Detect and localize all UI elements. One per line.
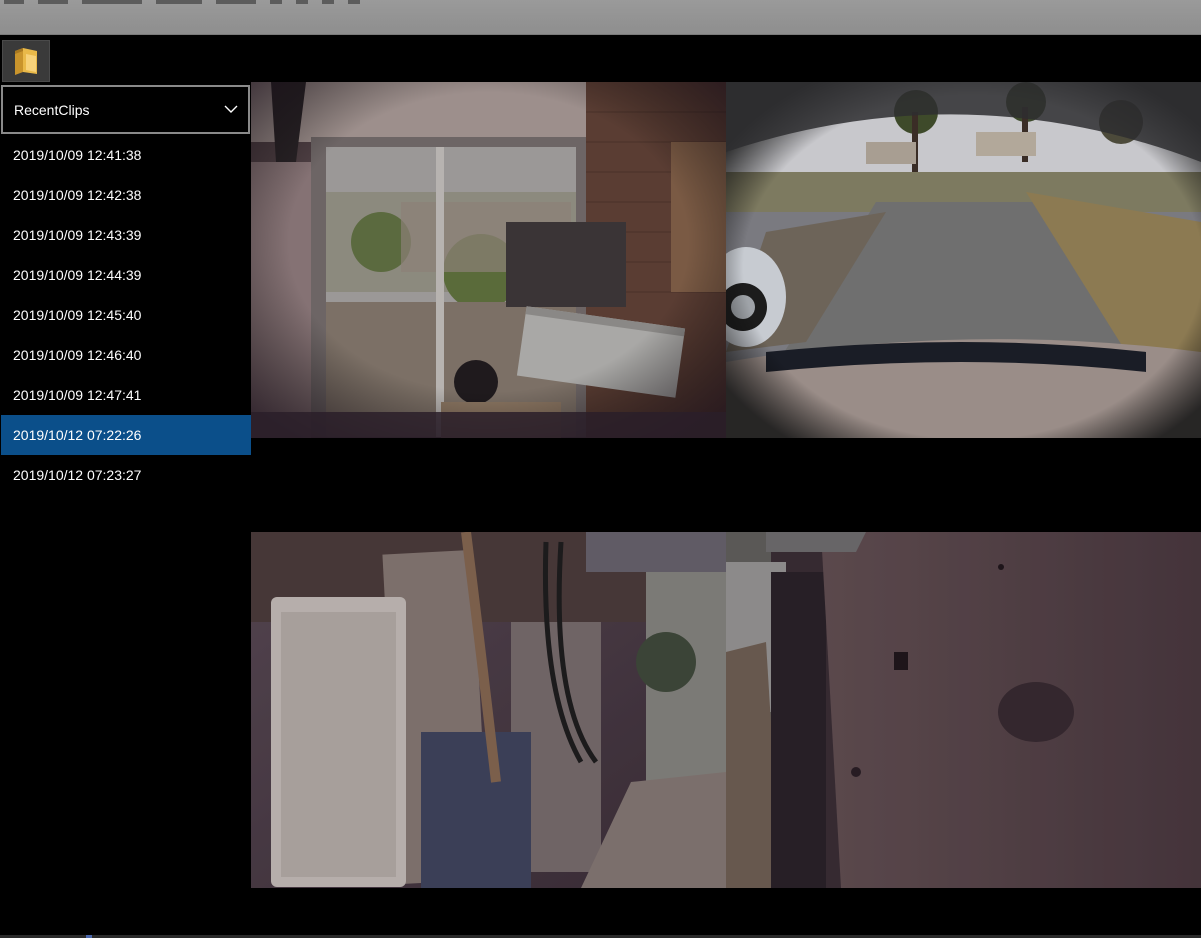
- clip-timestamp: 2019/10/09 12:41:38: [13, 147, 142, 163]
- clip-list-item[interactable]: 2019/10/09 12:41:38: [1, 135, 251, 175]
- clip-list-item-selected[interactable]: 2019/10/12 07:22:26: [1, 415, 251, 455]
- front-camera-frame: [251, 82, 726, 438]
- folder-select[interactable]: RecentClips: [1, 85, 250, 134]
- window-titlebar: [0, 0, 1201, 35]
- right-repeater-camera-frame: [726, 532, 1201, 888]
- clip-list-item[interactable]: 2019/10/09 12:47:41: [1, 375, 251, 415]
- clip-timestamp: 2019/10/12 07:23:27: [13, 467, 142, 483]
- app-window: RecentClips 2019/10/09 12:41:38 2019/10/…: [0, 35, 1201, 938]
- right-repeater-camera-view[interactable]: [726, 532, 1201, 888]
- back-camera-view[interactable]: [726, 82, 1201, 438]
- back-camera-frame: [726, 82, 1201, 438]
- clip-list: 2019/10/09 12:41:38 2019/10/09 12:42:38 …: [1, 135, 251, 495]
- clip-list-item[interactable]: 2019/10/09 12:44:39: [1, 255, 251, 295]
- clip-list-item[interactable]: 2019/10/12 07:23:27: [1, 455, 251, 495]
- folder-select-value: RecentClips: [14, 101, 90, 118]
- clip-timestamp: 2019/10/09 12:45:40: [13, 307, 142, 323]
- camera-grid: [251, 82, 1201, 888]
- front-camera-view[interactable]: [251, 82, 726, 438]
- clip-list-item[interactable]: 2019/10/09 12:45:40: [1, 295, 251, 335]
- clip-timestamp: 2019/10/09 12:43:39: [13, 227, 142, 243]
- clip-timestamp: 2019/10/12 07:22:26: [13, 427, 142, 443]
- clip-timestamp: 2019/10/09 12:44:39: [13, 267, 142, 283]
- open-folder-button[interactable]: [2, 40, 50, 82]
- clip-list-item[interactable]: 2019/10/09 12:43:39: [1, 215, 251, 255]
- clip-list-item[interactable]: 2019/10/09 12:42:38: [1, 175, 251, 215]
- clip-timestamp: 2019/10/09 12:46:40: [13, 347, 142, 363]
- clip-timestamp: 2019/10/09 12:47:41: [13, 387, 142, 403]
- folder-icon: [15, 48, 37, 75]
- left-repeater-camera-view[interactable]: [251, 532, 726, 888]
- left-repeater-camera-frame: [251, 532, 726, 888]
- chevron-down-icon: [224, 105, 238, 113]
- clip-timestamp: 2019/10/09 12:42:38: [13, 187, 142, 203]
- clip-list-item[interactable]: 2019/10/09 12:46:40: [1, 335, 251, 375]
- titlebar-toolbar-remnant: [0, 0, 560, 5]
